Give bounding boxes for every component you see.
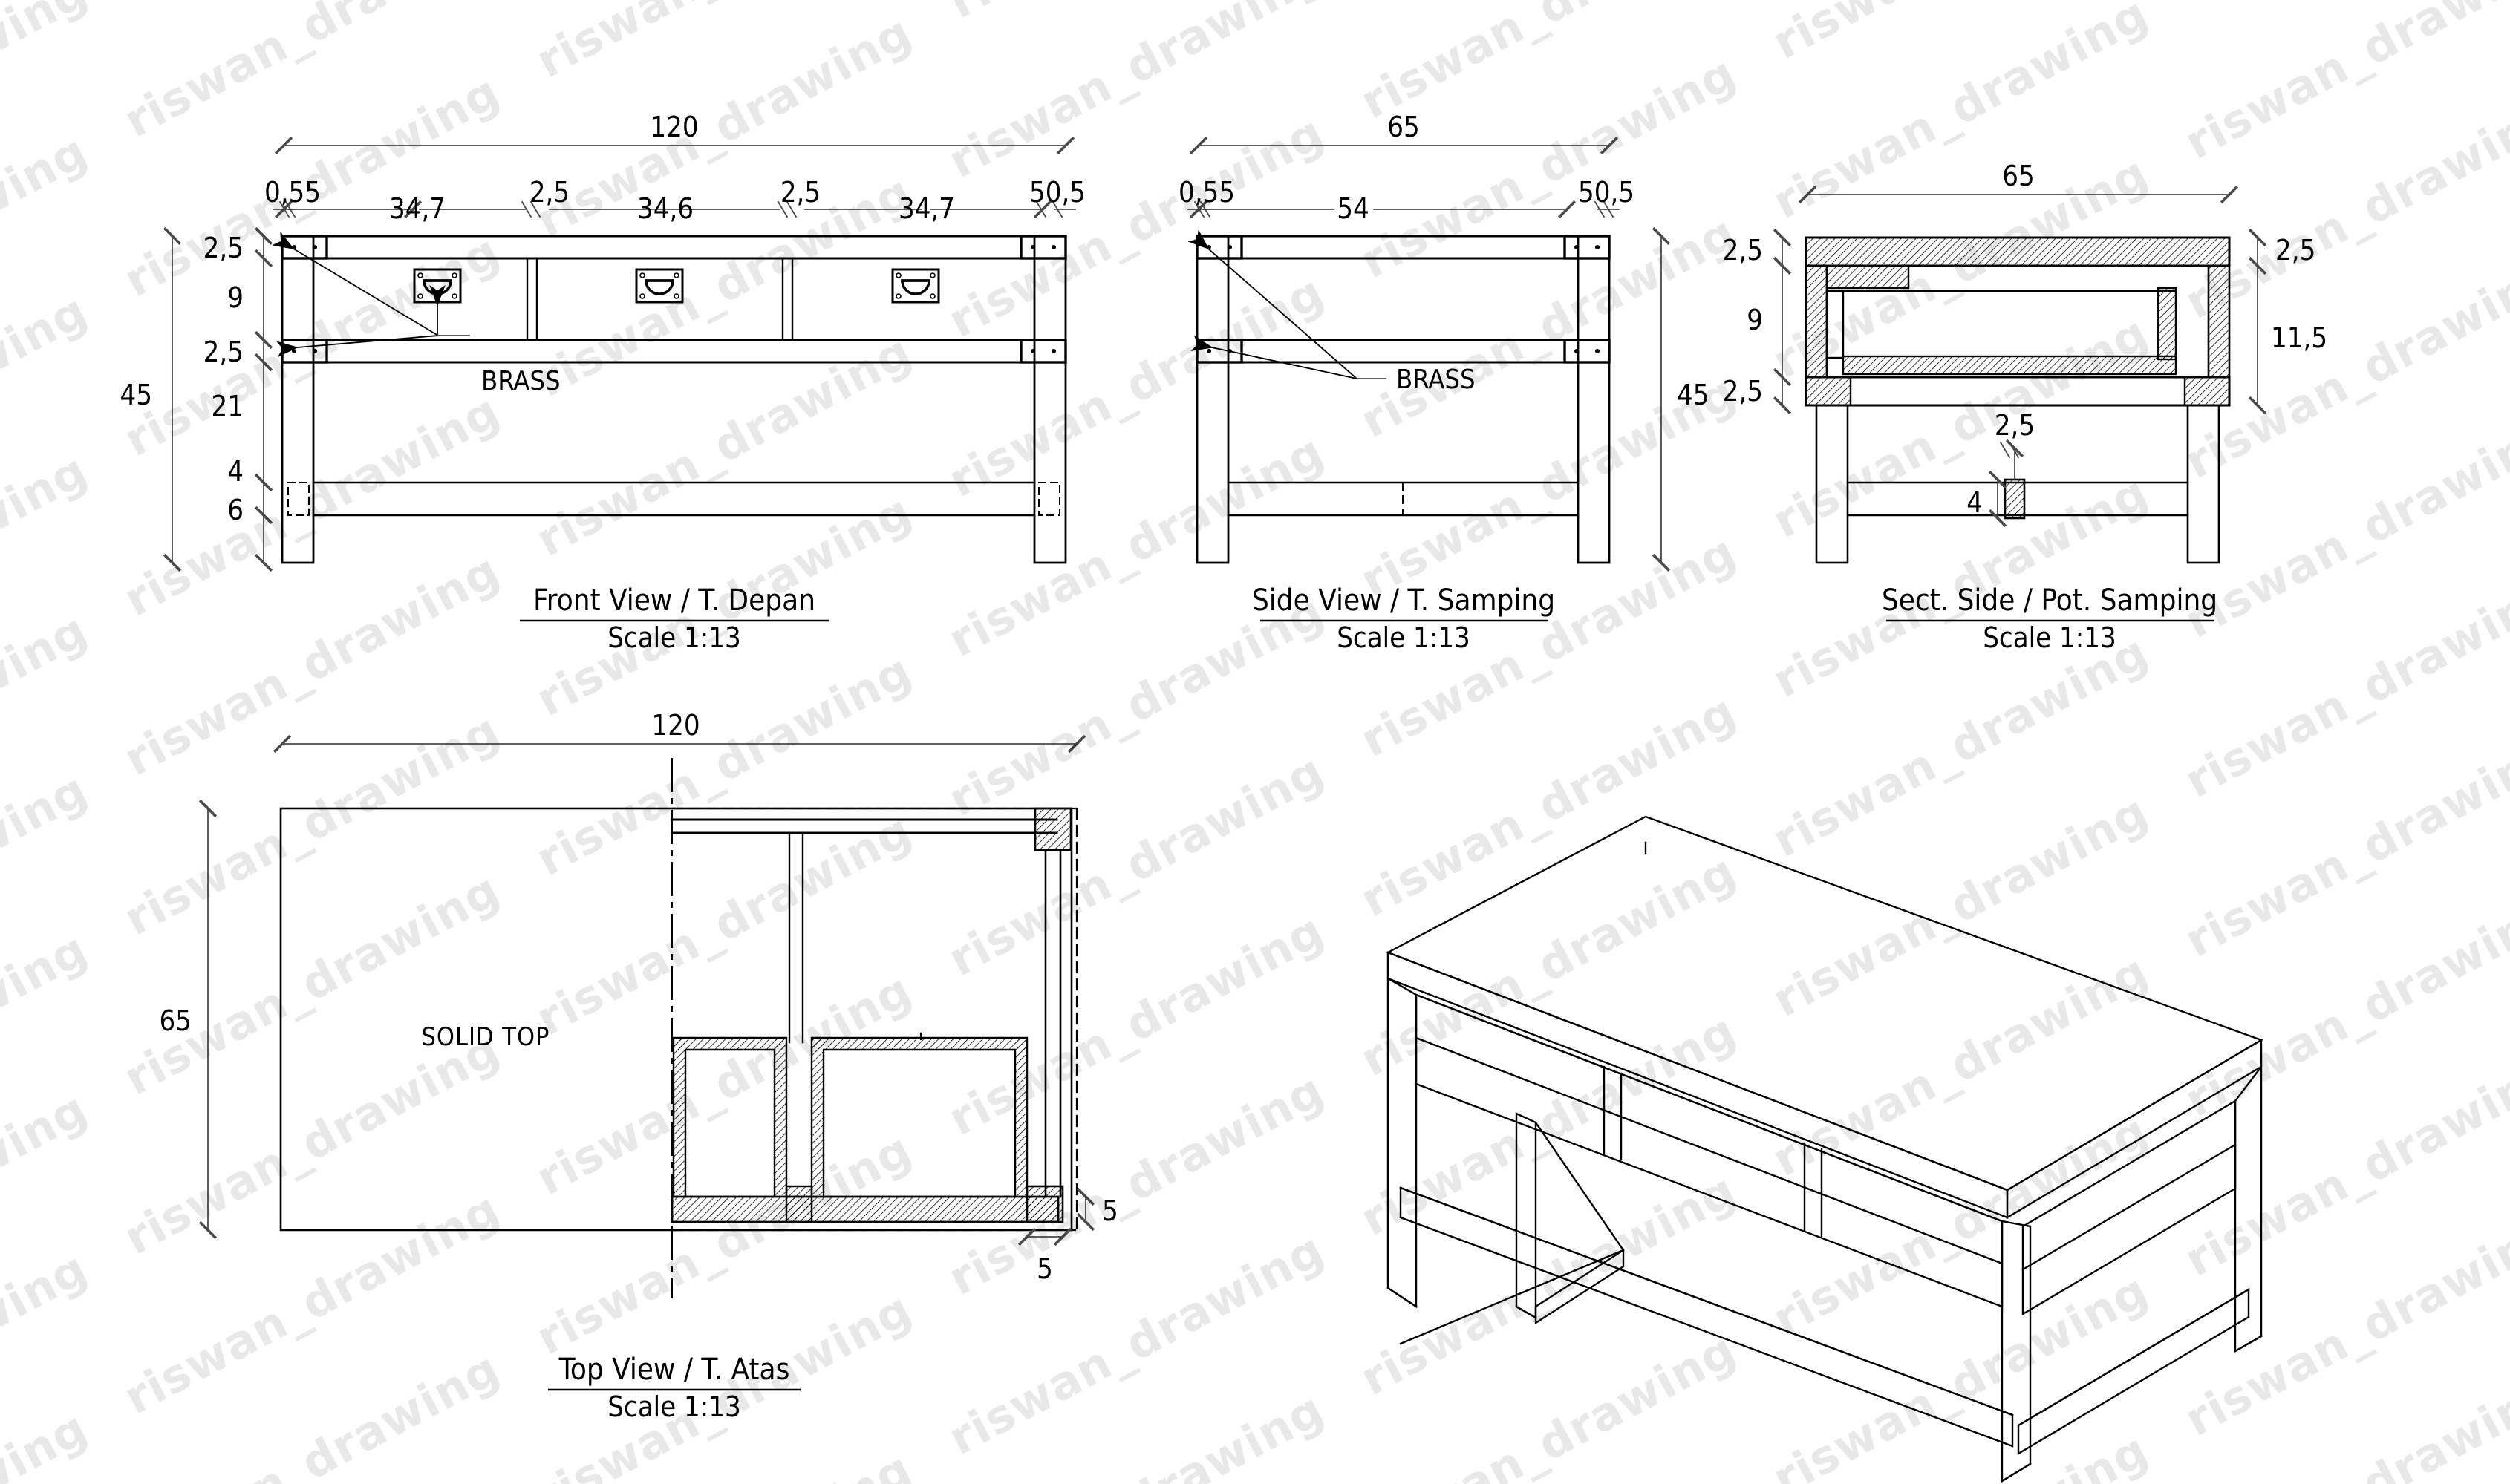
dim-side-overall-height: 45 (1677, 379, 1709, 411)
dim-front-stretcher-height: 4 (227, 455, 244, 488)
dim-sect-drawer-height: 9 (1747, 304, 1763, 336)
title-sect-side-view: Sect. Side / Pot. Samping (1882, 584, 2217, 618)
drawer-handle-icon (635, 268, 684, 304)
dim-side-leg-left: 0,55 (1179, 176, 1235, 209)
dim-top-apron-thickness: 5 (1102, 1194, 1118, 1227)
dim-sect-top-thickness-right: 2,5 (2275, 234, 2315, 267)
label-brass-side: BRASS (1396, 365, 1476, 395)
title-top-view: Top View / T. Atas (558, 1353, 790, 1387)
dim-front-leg-left: 0,55 (264, 176, 321, 209)
dim-top-leg-size: 5 (1037, 1252, 1053, 1285)
dim-front-foot-height: 6 (227, 494, 244, 526)
dimension-text-layer: 120 0,55 2,5 2,5 50,5 34,7 34,6 34,7 2,5… (120, 111, 2328, 1285)
title-side-view: Side View / T. Samping (1252, 584, 1555, 618)
dim-sect-stretcher-width: 2,5 (1995, 409, 2035, 442)
dim-top-overall-width: 120 (651, 709, 700, 742)
label-solid-top: SOLID TOP (421, 1022, 550, 1052)
scale-front-view: Scale 1:13 (607, 621, 741, 654)
dim-sect-rail-thickness: 2,5 (1723, 375, 1763, 408)
top-view-dimensions (198, 734, 1095, 1246)
dim-front-divider-1: 2,5 (529, 176, 570, 209)
dim-sect-overall-depth: 65 (2002, 160, 2035, 192)
drawing-sheet: 120 0,55 2,5 2,5 50,5 34,7 34,6 34,7 2,5… (0, 0, 2510, 1484)
dim-front-overall-height: 45 (120, 379, 153, 411)
dim-front-drawer-w3: 34,7 (899, 192, 955, 225)
dim-front-overall-width: 120 (650, 111, 698, 143)
drawer-handle-icon (891, 268, 940, 304)
dim-side-leg-right: 50,5 (1578, 176, 1634, 209)
dim-front-drawer-w2: 34,6 (637, 192, 694, 225)
dim-sect-apron-total: 11,5 (2271, 321, 2327, 354)
dim-sect-stretcher-height: 4 (1966, 486, 1983, 519)
dim-front-rail-thickness: 2,5 (203, 336, 244, 368)
scale-side-view: Scale 1:13 (1337, 621, 1470, 654)
dim-side-inner-depth: 54 (1337, 192, 1369, 225)
dim-front-divider-2: 2,5 (780, 176, 821, 209)
front-view-geometry (272, 231, 1067, 564)
dim-sect-top-thickness-left: 2,5 (1723, 234, 1763, 267)
title-front-view: Front View / T. Depan (533, 584, 815, 618)
drawer-handle-icon (413, 268, 462, 304)
side-view-geometry (1187, 229, 1611, 564)
dim-side-overall-depth: 65 (1387, 111, 1420, 143)
top-view-geometry (279, 758, 1078, 1298)
sect-side-view-geometry (1805, 236, 2231, 564)
dim-front-drawer-w1: 34,7 (389, 192, 446, 225)
dim-front-leg-right: 50,5 (1029, 176, 1086, 209)
dim-front-drawer-height: 9 (227, 281, 244, 314)
view-titles-layer: Front View / T. Depan Scale 1:13 Side Vi… (520, 584, 2217, 1423)
scale-sect-side-view: Scale 1:13 (1983, 621, 2116, 654)
dim-top-overall-depth: 65 (160, 1004, 192, 1037)
technical-drawing-canvas: 120 0,55 2,5 2,5 50,5 34,7 34,6 34,7 2,5… (120, 111, 2328, 1483)
dim-front-top-thickness: 2,5 (203, 232, 244, 264)
label-brass-front: BRASS (481, 366, 561, 396)
scale-top-view: Scale 1:13 (607, 1390, 741, 1423)
isometric-view-geometry (1386, 815, 2263, 1483)
dim-front-leg-clear: 21 (212, 390, 244, 422)
